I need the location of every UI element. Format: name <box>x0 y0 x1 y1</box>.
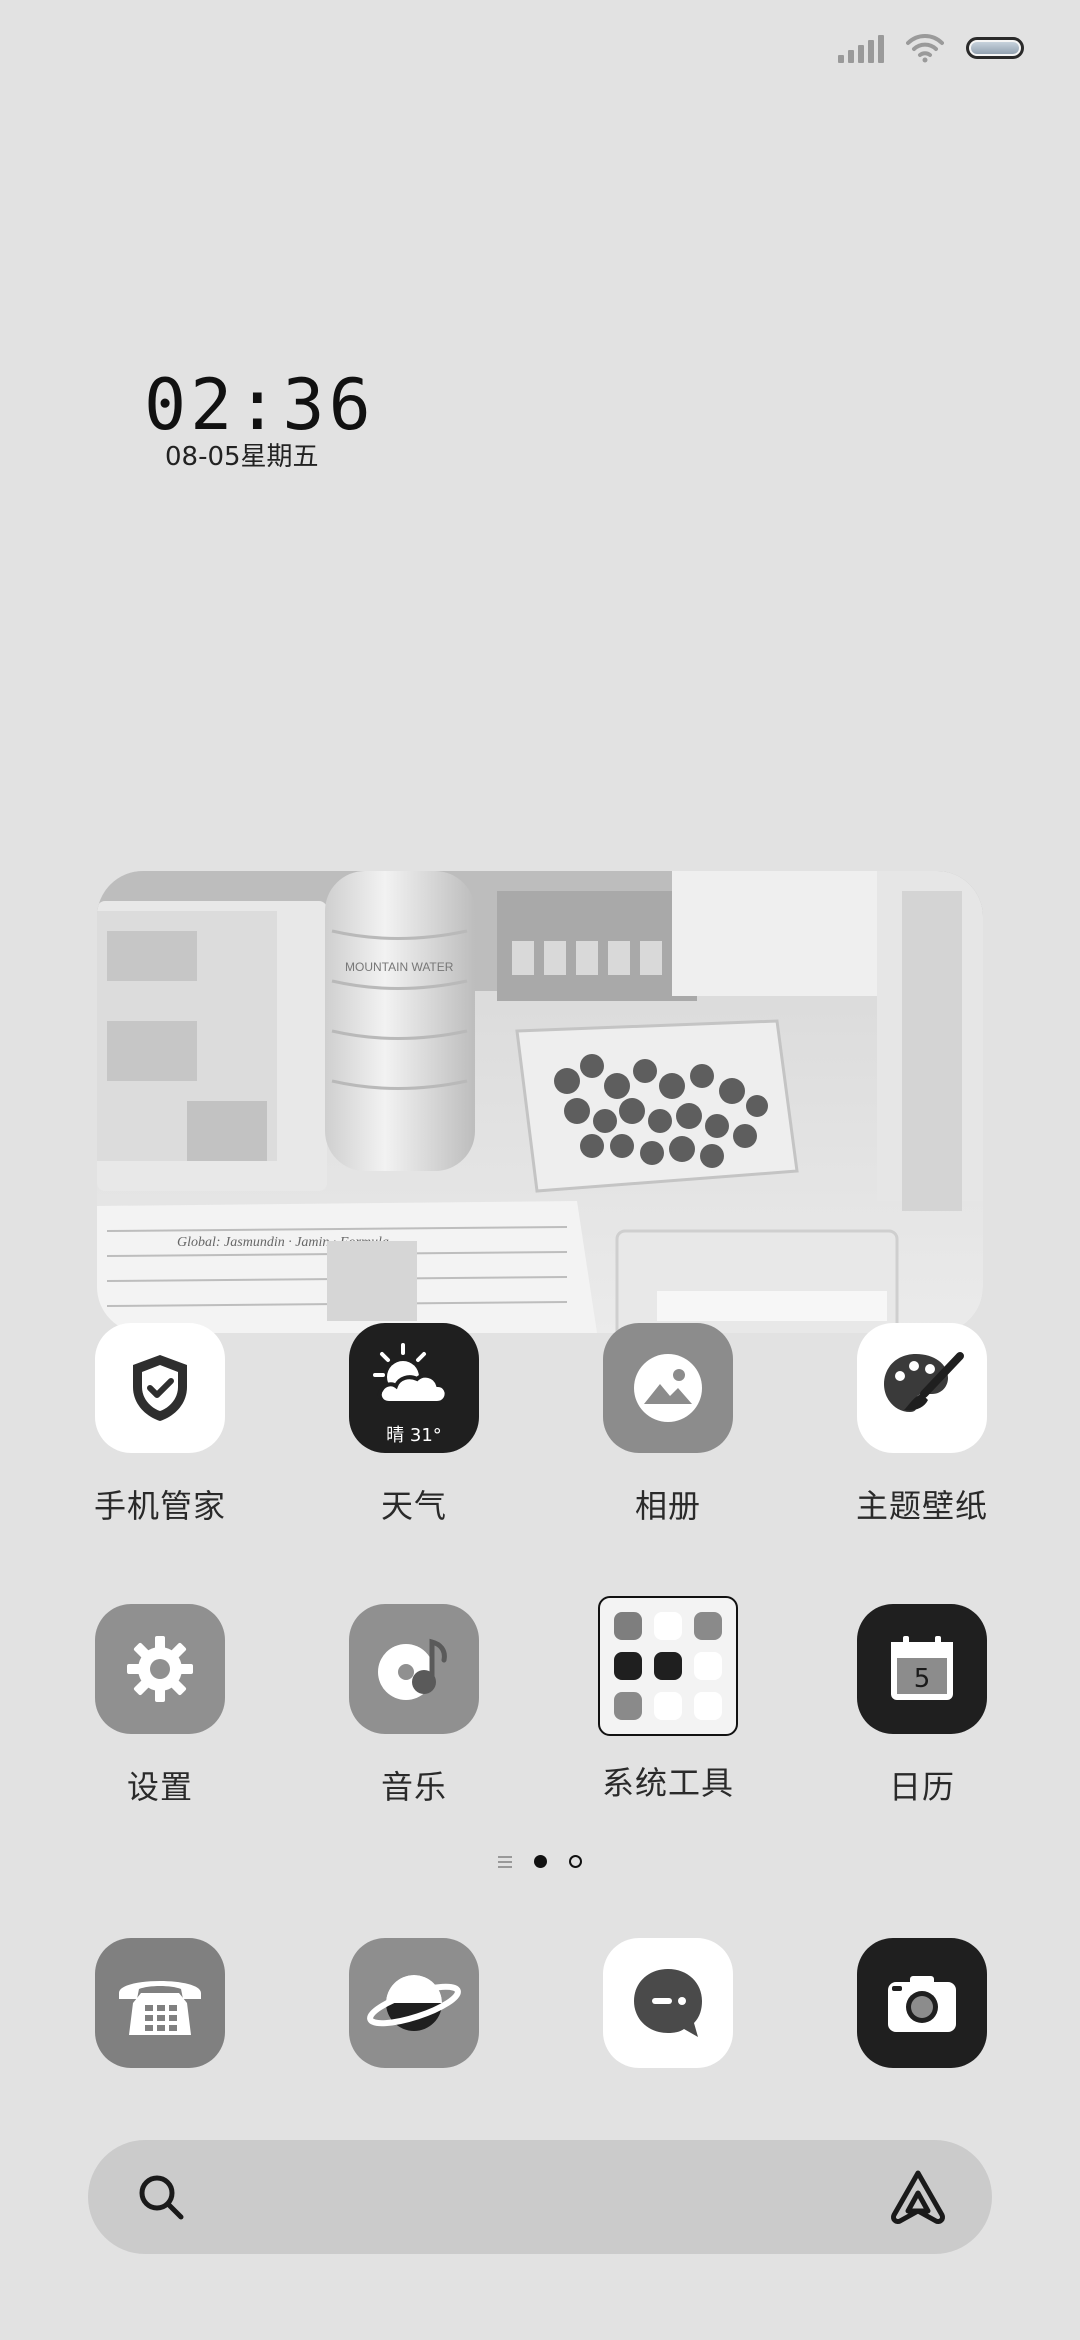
app-label: 主题壁纸 <box>855 1487 988 1525</box>
app-weather[interactable]: 晴 31° 天气 <box>314 1323 514 1527</box>
app-label: 手机管家 <box>93 1487 226 1525</box>
app-label: 音乐 <box>380 1768 447 1806</box>
dock-messages[interactable] <box>603 1938 733 2068</box>
music-disc-icon <box>349 1604 479 1734</box>
dock-browser[interactable] <box>349 1938 479 2068</box>
clock-time[interactable]: 02:36 <box>144 370 375 440</box>
status-bar <box>838 28 1024 68</box>
app-settings[interactable]: 设置 <box>60 1604 260 1808</box>
app-label: 天气 <box>380 1487 447 1525</box>
signal-icon <box>838 33 884 63</box>
app-music[interactable]: 音乐 <box>314 1604 514 1808</box>
wifi-icon <box>906 33 944 63</box>
photo-widget[interactable]: MOUNTAIN WATER Global: Jasmundin · Jamin… <box>97 871 983 1333</box>
assistant-icon[interactable] <box>888 2167 948 2227</box>
page-indicator[interactable] <box>0 1855 1080 1868</box>
calendar-icon: 5 <box>857 1604 987 1734</box>
palette-brush-icon <box>857 1323 987 1453</box>
weather-sun-cloud-icon: 晴 31° <box>349 1323 479 1453</box>
photo-image: MOUNTAIN WATER Global: Jasmundin · Jamin… <box>97 871 983 1333</box>
page-menu-icon[interactable] <box>498 1855 512 1868</box>
app-label: 相册 <box>634 1487 701 1525</box>
app-gallery[interactable]: 相册 <box>568 1323 768 1527</box>
shield-check-icon <box>95 1323 225 1453</box>
planet-icon <box>367 1975 461 2031</box>
phone-icon <box>119 1981 201 2035</box>
app-label: 设置 <box>126 1768 193 1806</box>
clock-date: 08-05星期五 <box>165 442 319 472</box>
app-label: 系统工具 <box>601 1764 734 1802</box>
app-folder-system-tools[interactable]: 系统工具 <box>568 1596 768 1804</box>
search-icon[interactable] <box>136 2172 186 2222</box>
app-phone-manager[interactable]: 手机管家 <box>60 1323 260 1527</box>
app-label: 日历 <box>888 1768 955 1806</box>
camera-icon <box>888 1976 956 2032</box>
message-bubble-icon <box>634 1969 702 2037</box>
gallery-mountain-icon <box>603 1323 733 1453</box>
dock-camera[interactable] <box>857 1938 987 2068</box>
calendar-day: 5 <box>913 1664 931 1694</box>
bottle-label: MOUNTAIN WATER <box>345 960 454 974</box>
battery-icon <box>966 37 1024 59</box>
weather-badge: 晴 31° <box>386 1425 442 1446</box>
page-dot-active[interactable] <box>534 1855 547 1868</box>
page-dot[interactable] <box>569 1855 582 1868</box>
app-calendar[interactable]: 5 日历 <box>822 1604 1022 1808</box>
gear-icon <box>95 1604 225 1734</box>
dock-phone[interactable] <box>95 1938 225 2068</box>
search-bar[interactable] <box>88 2140 992 2254</box>
app-themes[interactable]: 主题壁纸 <box>822 1323 1022 1527</box>
folder-icon <box>598 1596 738 1736</box>
